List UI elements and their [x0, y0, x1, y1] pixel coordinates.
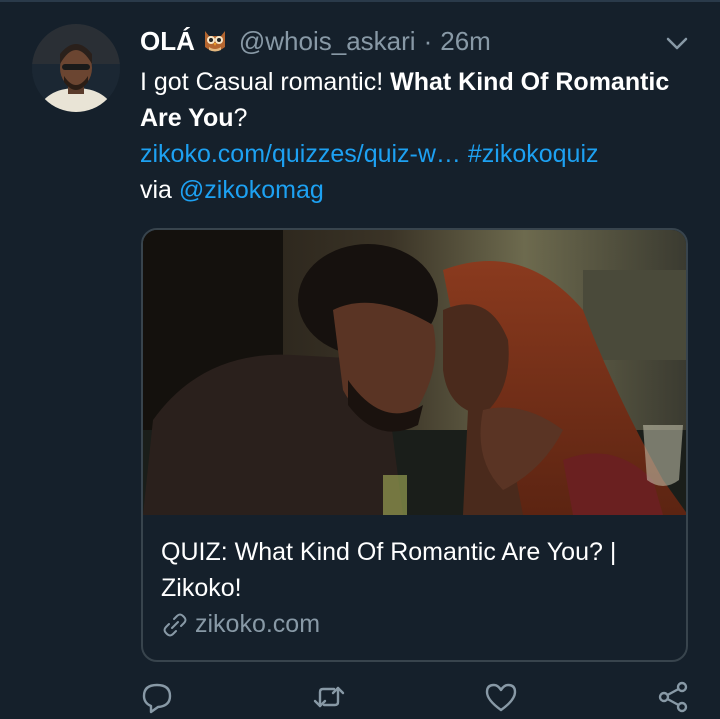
reply-icon[interactable]	[140, 680, 174, 714]
hashtag-link[interactable]: #zikokoquiz	[468, 140, 599, 168]
separator-dot: ·	[423, 25, 433, 56]
chevron-down-icon[interactable]	[662, 28, 692, 58]
retweet-icon[interactable]	[312, 680, 346, 714]
author-handle[interactable]: @whois_askari	[239, 26, 416, 57]
tweet-text-plain: I got Casual romantic!	[140, 68, 391, 96]
tweet-header: OLÁ @whois_askari · 26m	[140, 24, 491, 58]
avatar[interactable]	[32, 24, 120, 112]
top-divider	[0, 0, 720, 2]
timestamp[interactable]: 26m	[440, 26, 491, 57]
via-handle-link[interactable]: @zikokomag	[179, 176, 324, 204]
tweet-link[interactable]: zikoko.com/quizzes/quiz-w…	[140, 140, 461, 168]
author-name[interactable]: OLÁ	[140, 26, 195, 57]
tweet-text-end: ?	[233, 104, 248, 132]
tweet-text: I got Casual romantic! What Kind Of Roma…	[140, 64, 700, 208]
link-card[interactable]: QUIZ: What Kind Of Romantic Are You? | Z…	[141, 228, 688, 662]
card-domain: zikoko.com	[161, 610, 320, 639]
link-icon	[163, 613, 187, 636]
card-domain-text: zikoko.com	[195, 610, 321, 638]
heart-icon[interactable]	[484, 680, 518, 714]
via-text: via	[140, 176, 179, 204]
avatar-image	[32, 24, 120, 112]
owl-icon	[201, 27, 229, 55]
action-bar	[0, 680, 720, 718]
share-icon[interactable]	[656, 680, 690, 714]
card-image[interactable]	[143, 230, 688, 515]
card-title[interactable]: QUIZ: What Kind Of Romantic Are You? | Z…	[161, 534, 666, 606]
